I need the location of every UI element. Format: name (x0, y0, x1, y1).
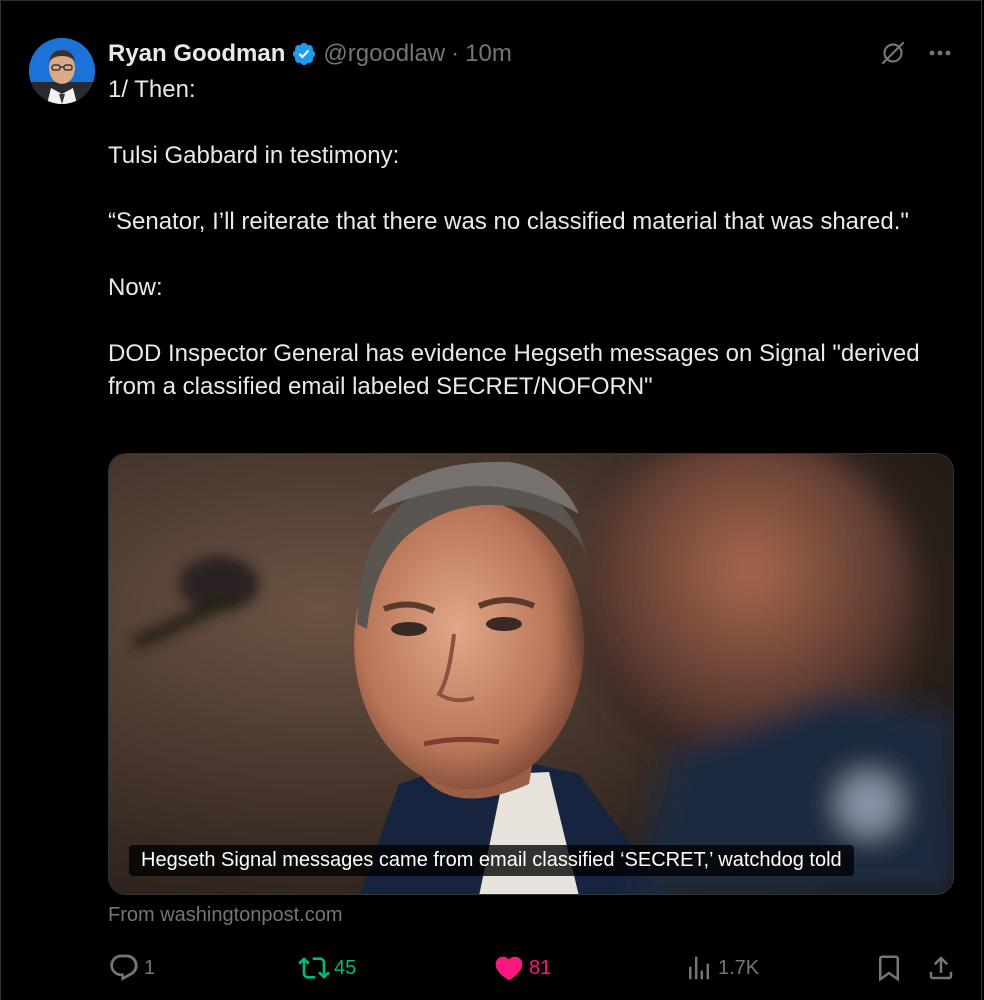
repost-arrows-icon (298, 957, 330, 979)
tweet-text-blank-line (108, 238, 958, 271)
tweet-text-line: 1/ Then: (108, 76, 196, 103)
tweet-text-line: Tulsi Gabbard in testimony: (108, 142, 400, 169)
tweet-text-line: DOD Inspector General has evidence Hegse… (108, 340, 920, 400)
tweet-text-blank-line (108, 304, 958, 337)
avatar-image (29, 38, 95, 104)
link-card[interactable]: Hegseth Signal messages came from email … (108, 453, 954, 895)
bookmark-icon (879, 955, 899, 982)
repost-count: 45 (334, 956, 357, 979)
bookmark-button[interactable] (874, 951, 908, 985)
link-card-source[interactable]: From washingtonpost.com (108, 904, 343, 927)
tweet-text: 1/ Then: Tulsi Gabbard in testimony: “Se… (108, 73, 958, 403)
share-button[interactable] (926, 951, 960, 985)
verified-badge-icon[interactable] (291, 41, 317, 67)
reply-button[interactable]: 1 (108, 951, 155, 985)
tweet-timestamp[interactable]: 10m (465, 40, 512, 68)
link-card-image (109, 454, 953, 894)
reply-bubble-icon (110, 954, 138, 981)
tweet-text-blank-line (108, 172, 958, 205)
header-separator: · (451, 40, 460, 67)
author-handle[interactable]: @rgoodlaw (323, 40, 445, 68)
avatar[interactable] (29, 38, 95, 104)
share-upload-icon (929, 956, 953, 980)
tweet-top-actions (879, 39, 953, 67)
reply-count: 1 (144, 956, 156, 979)
tweet-text-blank-line (108, 106, 958, 139)
tweet-action-bar: 1 45 81 1.7K (108, 951, 954, 985)
link-card-headline: Hegseth Signal messages came from email … (129, 845, 854, 876)
more-dots-icon[interactable] (927, 40, 953, 66)
like-button[interactable]: 81 (493, 951, 551, 985)
like-count: 81 (529, 956, 552, 979)
tweet-header: Ryan Goodman @rgoodlaw · 10m (108, 37, 512, 71)
tweet-container[interactable]: Ryan Goodman @rgoodlaw · 10m 1/ Then: Tu… (0, 0, 982, 1000)
heart-icon (495, 956, 523, 981)
tweet-text-line: “Senator, I’ll reiterate that there was … (108, 208, 909, 235)
views-button[interactable]: 1.7K (684, 951, 759, 985)
tweet-text-line: Now: (108, 274, 163, 301)
repost-button[interactable]: 45 (298, 951, 356, 985)
bar-chart-icon (689, 956, 709, 980)
grok-slash-circle-icon[interactable] (879, 39, 907, 67)
views-count: 1.7K (718, 956, 760, 979)
author-display-name[interactable]: Ryan Goodman (108, 40, 285, 68)
